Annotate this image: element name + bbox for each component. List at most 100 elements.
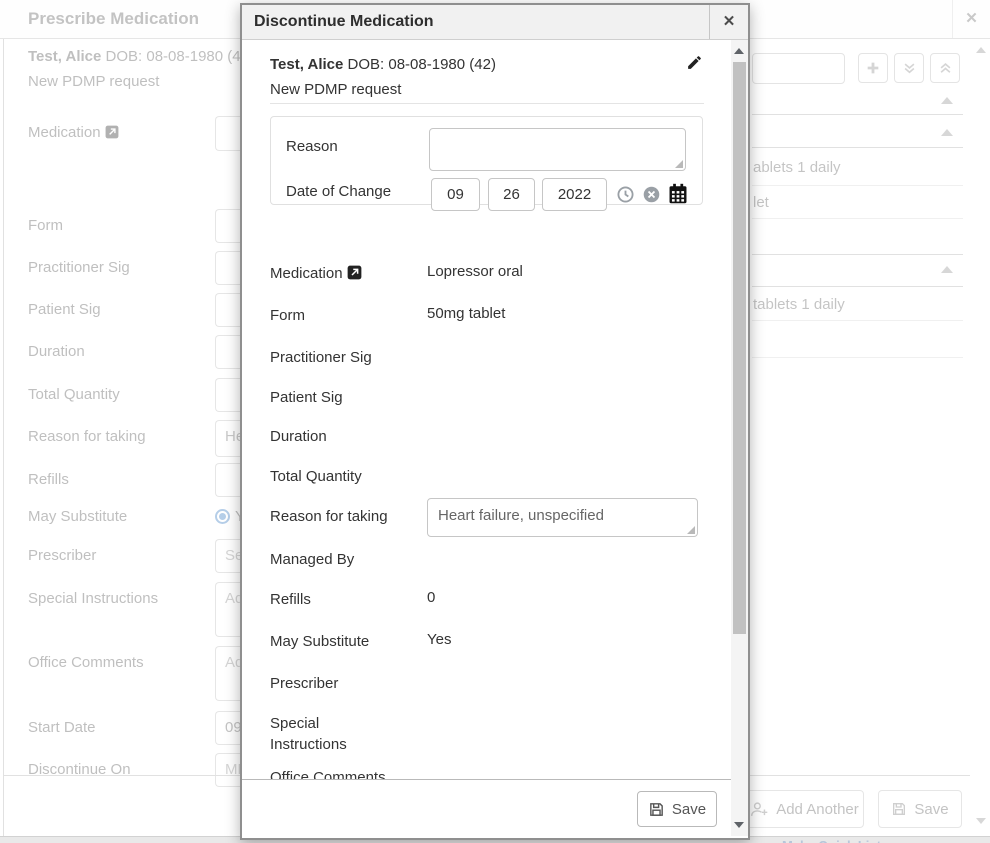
- resize-handle[interactable]: [687, 526, 695, 534]
- reason-for-taking-textarea[interactable]: Heart failure, unspecified: [427, 498, 698, 537]
- bg-label-may-substitute: May Substitute: [28, 508, 127, 525]
- row-divider: [752, 185, 963, 186]
- change-panel: Reason Date of Change 09 26 2022: [270, 116, 703, 205]
- field-label-form: Form: [270, 305, 388, 326]
- add-another-button: Add Another: [745, 790, 864, 828]
- person-plus-icon: [750, 801, 769, 818]
- time-button[interactable]: [617, 186, 634, 203]
- scroll-down-icon: [976, 818, 986, 824]
- bg-search-input: [752, 53, 845, 84]
- background-close-icon: ✕: [952, 0, 990, 38]
- patient-line: Test, Alice DOB: 08-08-1980 (42): [270, 56, 496, 73]
- double-chevron-down-icon: [902, 61, 917, 76]
- add-another-label: Add Another: [776, 801, 859, 818]
- expand-all-button: [894, 53, 924, 83]
- patient-dob: DOB: 08-08-1980 (42): [348, 56, 496, 73]
- section-divider: [752, 114, 963, 115]
- bg-label-duration: Duration: [28, 343, 85, 360]
- field-label-practitioner-sig: Practitioner Sig: [270, 347, 388, 368]
- save-icon: [648, 801, 665, 818]
- bg-label-reason-for-taking: Reason for taking: [28, 428, 146, 445]
- pencil-icon: [686, 54, 703, 71]
- save-label: Save: [672, 801, 706, 818]
- calendar-icon: [668, 183, 688, 204]
- dialog-footer: Save: [242, 779, 731, 836]
- row-divider: [752, 320, 963, 321]
- plus-icon: [865, 60, 881, 76]
- external-link-icon: [347, 265, 362, 280]
- reason-textarea[interactable]: [429, 128, 686, 171]
- bg-label-refills: Refills: [28, 471, 69, 488]
- clock-icon: [617, 186, 634, 203]
- close-icon: ✕: [723, 13, 736, 30]
- resize-handle[interactable]: [675, 160, 683, 168]
- date-month-input[interactable]: 09: [431, 178, 480, 211]
- field-label-managed-by: Managed By: [270, 549, 388, 570]
- background-patient-line: Test, Alice DOB: 08-08-1980 (42: [28, 48, 249, 65]
- row-divider: [752, 218, 963, 219]
- bg-save-button: Save: [878, 790, 962, 828]
- medication-external-link-button[interactable]: [347, 265, 362, 280]
- date-year-input[interactable]: 2022: [542, 178, 607, 211]
- section-divider: [752, 147, 963, 148]
- add-button: [858, 53, 888, 83]
- clear-date-button[interactable]: [643, 186, 660, 203]
- date-day-input[interactable]: 26: [488, 178, 535, 211]
- dialog-title: Discontinue Medication: [254, 13, 434, 31]
- patient-note: New PDMP request: [270, 81, 401, 98]
- bg-med-list-item: let: [753, 194, 769, 211]
- app-window: Prescribe Medication ✕ Test, Alice DOB: …: [0, 0, 990, 843]
- bg-radio-may-substitute-yes: [215, 509, 230, 524]
- bg-label-patient-sig: Patient Sig: [28, 301, 101, 318]
- dialog-body: Test, Alice DOB: 08-08-1980 (42) New PDM…: [242, 40, 748, 836]
- scroll-down-icon[interactable]: [734, 822, 744, 828]
- field-label-patient-sig: Patient Sig: [270, 387, 388, 408]
- page-scrollbar: [973, 39, 990, 836]
- bg-label-special-instructions: Special Instructions: [28, 590, 158, 607]
- bg-label-start-date: Start Date: [28, 719, 96, 736]
- quick-list-label: Make Quick List: [782, 838, 881, 843]
- field-label-special-instructions: Special Instructions: [270, 713, 388, 755]
- clear-circle-icon: [643, 186, 660, 203]
- field-value-medication: Lopressor oral: [427, 263, 523, 280]
- bg-label-office-comments: Office Comments: [28, 654, 144, 671]
- dialog-scrollbar[interactable]: [731, 40, 748, 836]
- scrollbar-thumb[interactable]: [733, 62, 746, 634]
- field-value-refills: 0: [427, 589, 435, 606]
- field-label-refills: Refills: [270, 589, 388, 610]
- collapse-section-icon: [941, 97, 953, 104]
- field-value-may-substitute: Yes: [427, 631, 451, 648]
- bg-label-prescriber: Prescriber: [28, 547, 96, 564]
- dialog-close-button[interactable]: ✕: [709, 5, 748, 39]
- save-button[interactable]: Save: [637, 791, 717, 827]
- external-link-icon: [105, 125, 119, 139]
- divider: [270, 103, 704, 104]
- field-label-may-substitute: May Substitute: [270, 631, 388, 652]
- field-label-reason-for-taking: Reason for taking: [270, 506, 388, 527]
- collapse-section-icon: [941, 129, 953, 136]
- bg-save-label: Save: [914, 801, 948, 818]
- field-label-duration: Duration: [270, 426, 388, 447]
- date-of-change-label: Date of Change: [286, 183, 391, 200]
- field-value-form: 50mg tablet: [427, 305, 505, 322]
- row-divider: [752, 357, 963, 358]
- bg-label-form: Form: [28, 217, 63, 234]
- bg-med-list-item: ablets 1 daily: [753, 159, 841, 176]
- collapse-section-icon: [941, 266, 953, 273]
- calendar-button[interactable]: [668, 183, 688, 204]
- reason-label: Reason: [286, 138, 338, 155]
- left-edge-divider: [3, 39, 4, 836]
- field-label-total-quantity: Total Quantity: [270, 466, 388, 487]
- section-divider: [752, 254, 963, 255]
- section-divider: [752, 286, 963, 287]
- discontinue-medication-dialog: Discontinue Medication ✕ Test, Alice DOB…: [240, 3, 750, 840]
- bg-label-medication: Medication: [28, 124, 119, 141]
- background-patient-note: New PDMP request: [28, 73, 159, 90]
- edit-patient-button[interactable]: [686, 54, 703, 71]
- scroll-up-icon[interactable]: [734, 48, 744, 54]
- background-page-title: Prescribe Medication: [28, 9, 199, 29]
- background-patient-name: Test, Alice: [28, 48, 101, 65]
- scroll-up-icon: [976, 47, 986, 53]
- bg-med-list-item: tablets 1 daily: [753, 296, 845, 313]
- field-label-medication: Medication: [270, 263, 388, 284]
